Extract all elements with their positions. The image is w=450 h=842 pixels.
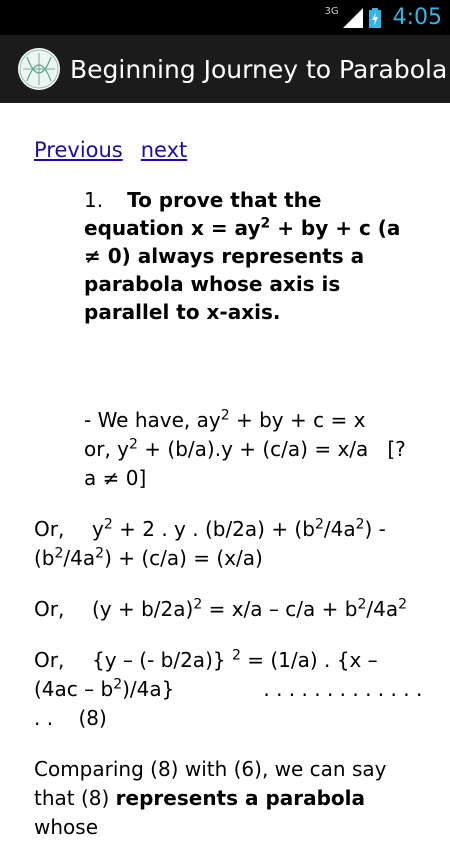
step1-exp-2: 2 bbox=[314, 516, 324, 533]
battery-charging-icon bbox=[368, 7, 381, 28]
step1-text-b: + 2 . y . (b/2a) + (b bbox=[112, 517, 315, 541]
app-title: Beginning Journey to Parabola bbox=[70, 54, 448, 84]
derivation-step-1: Or, y2 + 2 . y . (b/2a) + (b2/4a2) - (b2/… bbox=[34, 515, 424, 573]
lesson-content: Previous next 1. To prove that the equatio… bbox=[34, 103, 424, 842]
next-link[interactable]: next bbox=[141, 138, 188, 162]
step0-text-a: - We have, ay bbox=[84, 408, 221, 432]
theorem-statement: 1. To prove that the equation x = ay2 + b… bbox=[84, 186, 424, 326]
step0-exp-b: 2 bbox=[129, 436, 138, 453]
step3-text-a: {y – (- b/2a)} bbox=[92, 648, 232, 672]
derivation-step-3: Or, {y – (- b/2a)} 2 = (1/a) . {x – (4ac … bbox=[34, 646, 424, 733]
derivation-step-0: - We have, ay2 + by + c = x or, y2 + (b/… bbox=[84, 406, 424, 493]
action-bar: Beginning Journey to Parabola bbox=[0, 35, 450, 103]
step3-exp-2: 2 bbox=[113, 676, 123, 693]
step2-exp-1: 2 bbox=[193, 596, 203, 613]
conclusion-bold-text: represents a parabola bbox=[115, 786, 366, 810]
step2-exp-3: 2 bbox=[398, 596, 407, 613]
previous-link[interactable]: Previous bbox=[34, 138, 123, 162]
status-clock: 4:05 bbox=[392, 5, 442, 30]
step3-exp-1: 2 bbox=[231, 647, 241, 664]
conclusion-paragraph: Comparing (8) with (6), we can say that … bbox=[34, 755, 424, 842]
step1-exp-5: 2 bbox=[95, 545, 105, 562]
statement-exponent: 2 bbox=[260, 215, 271, 232]
statement-number: 1. bbox=[84, 188, 104, 212]
step2-text-b: = x/a – c/a + b bbox=[202, 597, 358, 621]
step1-exp-3: 2 bbox=[355, 516, 365, 533]
app-logo-icon[interactable] bbox=[18, 48, 60, 90]
page-navigation: Previous next bbox=[34, 136, 424, 166]
step1-text-c: /4a bbox=[323, 517, 356, 541]
step1-exp-1: 2 bbox=[103, 516, 113, 533]
step1-text-f: ) + (c/a) = (x/a) bbox=[104, 546, 263, 570]
step1-text-a: y bbox=[92, 517, 104, 541]
step1-text-e: /4a bbox=[63, 546, 96, 570]
step2-label: Or, bbox=[34, 597, 65, 621]
status-bar: 3G 4:05 bbox=[0, 0, 450, 35]
network-type-label: 3G bbox=[324, 6, 339, 17]
step2-text-a: (y + b/2a) bbox=[92, 597, 194, 621]
step1-label: Or, bbox=[34, 517, 65, 541]
conclusion-text-b: whose bbox=[34, 815, 98, 839]
derivation-step-2: Or, (y + b/2a)2 = x/a – c/a + b2/4a2 bbox=[34, 595, 424, 624]
status-icons: 3G 4:05 bbox=[324, 0, 442, 35]
parabola-graph-icon bbox=[19, 49, 59, 89]
step0-exp-a: 2 bbox=[220, 407, 230, 424]
signal-strength-icon bbox=[342, 7, 363, 28]
step3-label: Or, bbox=[34, 648, 65, 672]
step2-text-c: /4a bbox=[366, 597, 399, 621]
